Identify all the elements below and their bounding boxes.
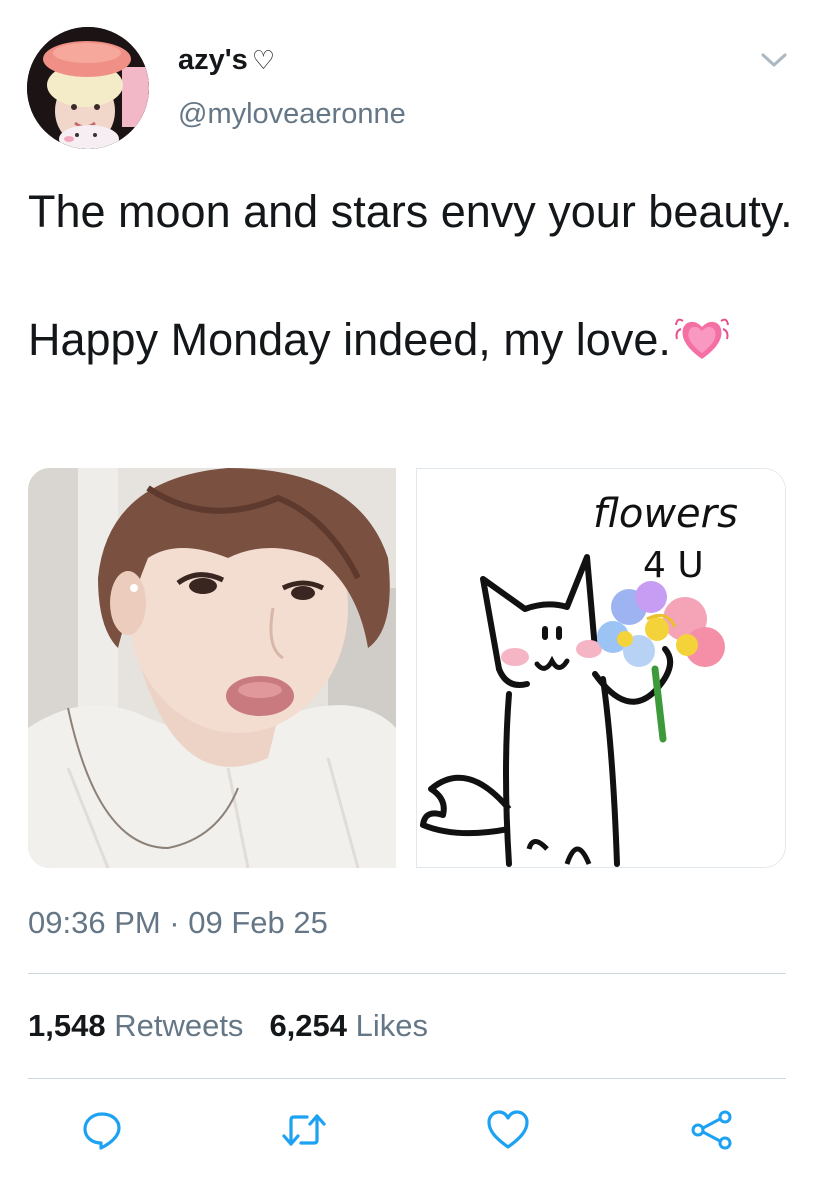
like-icon[interactable] (484, 1108, 532, 1152)
chevron-down-icon[interactable] (756, 46, 792, 74)
avatar-image (27, 27, 149, 149)
cat-drawing: flowers 4 U (417, 469, 785, 867)
retweet-icon[interactable] (280, 1108, 328, 1152)
share-icon[interactable] (688, 1108, 736, 1152)
tweet-line-2: Happy Monday indeed, my love. (28, 308, 798, 380)
divider (28, 1078, 786, 1079)
tweet-line-2-text: Happy Monday indeed, my love. (28, 314, 671, 365)
likes-stat[interactable]: 6,254 Likes (269, 1008, 428, 1043)
display-name-text: azy's (178, 44, 248, 76)
retweets-stat[interactable]: 1,548 Retweets (28, 1008, 243, 1043)
drawing-caption-1: flowers (593, 491, 738, 537)
retweets-count: 1,548 (28, 1008, 106, 1043)
tweet-timestamp[interactable]: 09:36 PM · 09 Feb 25 (28, 905, 328, 941)
divider (28, 973, 786, 974)
drawing-caption-2: 4 U (643, 545, 704, 586)
media-photo[interactable] (28, 468, 396, 868)
reply-icon[interactable] (78, 1108, 126, 1152)
tweet-line-1: The moon and stars envy your beauty. (28, 186, 793, 237)
heart-symbol: ♡ (251, 45, 276, 75)
display-name[interactable]: azy's ♡ (178, 44, 275, 77)
likes-label: Likes (355, 1008, 429, 1043)
media-drawing[interactable]: flowers 4 U (416, 468, 786, 868)
tweet-card: azy's ♡ @myloveaeronne The moon and stars… (0, 0, 813, 1200)
selfie-photo (28, 468, 396, 868)
retweets-label: Retweets (114, 1008, 244, 1043)
avatar[interactable] (27, 27, 149, 149)
tweet-stats: 1,548 Retweets 6,254 Likes (28, 1008, 428, 1044)
user-handle[interactable]: @myloveaeronne (178, 98, 406, 131)
likes-count: 6,254 (269, 1008, 348, 1043)
tweet-text: The moon and stars envy your beauty. Hap… (28, 180, 798, 380)
beating-heart-icon (674, 313, 729, 380)
